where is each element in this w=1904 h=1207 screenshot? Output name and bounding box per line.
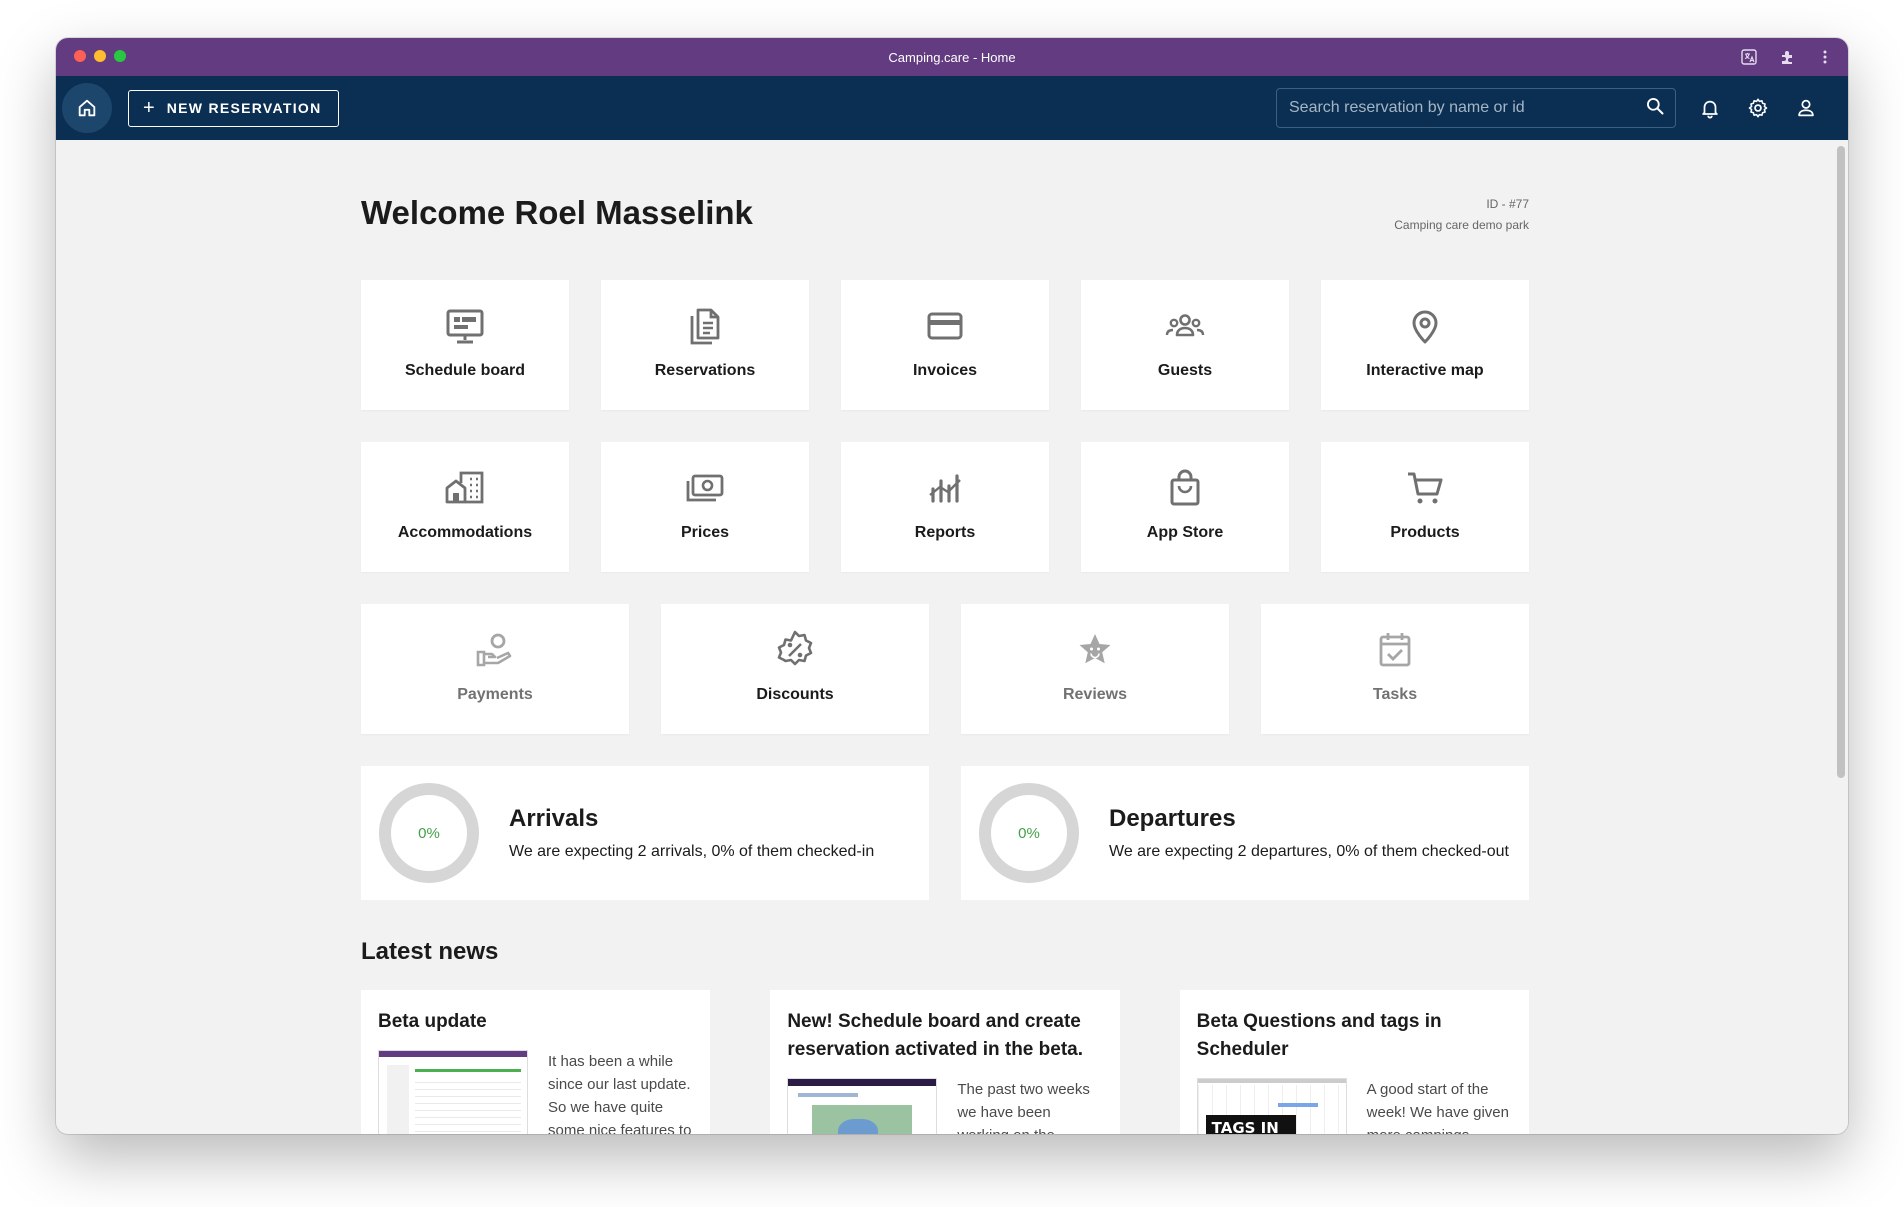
tile-label: Schedule board bbox=[404, 362, 526, 379]
search-icon[interactable] bbox=[1645, 96, 1665, 121]
news-card[interactable]: New! Schedule board and create reservati… bbox=[770, 990, 1120, 1134]
tile-accommodations[interactable]: Accommodations bbox=[361, 442, 569, 572]
tile-schedule-board[interactable]: Schedule board bbox=[361, 280, 569, 410]
user-icon[interactable] bbox=[1794, 96, 1818, 120]
people-group-icon bbox=[1163, 304, 1207, 348]
app-header: + NEW RESERVATION bbox=[56, 76, 1848, 140]
thumbnail-caption: TAGS IN THE SCHEDULER bbox=[1205, 1115, 1296, 1134]
tile-discounts[interactable]: Discounts bbox=[661, 604, 929, 734]
star-face-icon bbox=[1073, 628, 1117, 672]
shopping-bag-icon bbox=[1163, 466, 1207, 510]
browser-menu-icon[interactable] bbox=[1814, 46, 1836, 68]
search-box bbox=[1276, 88, 1676, 128]
arrivals-progress-ring: 0% bbox=[379, 783, 479, 883]
tile-reports[interactable]: Reports bbox=[841, 442, 1049, 572]
tile-label: Discounts bbox=[756, 686, 834, 703]
tile-label: Reviews bbox=[1062, 686, 1128, 703]
tile-label: Invoices bbox=[912, 362, 978, 379]
tile-label: Accommodations bbox=[397, 524, 533, 541]
news-excerpt: The past two weeks we have been working … bbox=[957, 1081, 1090, 1134]
tile-label: Interactive map bbox=[1366, 362, 1484, 379]
window-controls bbox=[74, 50, 126, 62]
tile-prices[interactable]: Prices bbox=[601, 442, 809, 572]
departures-progress-ring: 0% bbox=[979, 783, 1079, 883]
news-excerpt: It has been a while since our last updat… bbox=[548, 1053, 692, 1134]
bell-icon[interactable] bbox=[1698, 96, 1722, 120]
buildings-icon bbox=[443, 466, 487, 510]
arrivals-title: Arrivals bbox=[509, 805, 599, 832]
documents-icon bbox=[683, 304, 727, 348]
park-id: ID - #77 bbox=[1486, 197, 1529, 211]
departures-card[interactable]: 0% Departures We are expecting 2 departu… bbox=[961, 766, 1529, 900]
latest-news-heading: Latest news bbox=[361, 938, 499, 965]
money-icon bbox=[683, 466, 727, 510]
new-reservation-button[interactable]: + NEW RESERVATION bbox=[128, 89, 339, 127]
tile-label: Prices bbox=[680, 524, 730, 541]
search-input[interactable] bbox=[1289, 99, 1645, 117]
tiles-row-1: Schedule board Reservations Invoices Gue… bbox=[361, 280, 1529, 410]
hand-coin-icon bbox=[473, 628, 517, 672]
home-button[interactable] bbox=[62, 83, 112, 133]
departures-percent: 0% bbox=[1018, 824, 1040, 842]
tile-invoices[interactable]: Invoices bbox=[841, 280, 1049, 410]
browser-window: Camping.care - Home + NEW RESERVATION Se… bbox=[56, 38, 1848, 1134]
credit-card-icon bbox=[923, 304, 967, 348]
extensions-icon[interactable] bbox=[1776, 46, 1798, 68]
tile-label: Guests bbox=[1157, 362, 1213, 379]
tile-app-store[interactable]: App Store bbox=[1081, 442, 1289, 572]
tile-label: App Store bbox=[1146, 524, 1224, 541]
tile-label: Payments bbox=[457, 686, 533, 703]
tile-reservations[interactable]: Reservations bbox=[601, 280, 809, 410]
new-reservation-label: NEW RESERVATION bbox=[166, 100, 322, 116]
arrivals-description: We are expecting 2 arrivals, 0% of them … bbox=[509, 843, 875, 860]
arrivals-card[interactable]: 0% Arrivals We are expecting 2 arrivals,… bbox=[361, 766, 929, 900]
tile-label: Products bbox=[1390, 524, 1460, 541]
news-title: New! Schedule board and create reservati… bbox=[787, 1011, 1083, 1060]
maximize-window-button[interactable] bbox=[114, 50, 126, 62]
tile-payments[interactable]: Payments bbox=[361, 604, 629, 734]
plus-icon: + bbox=[143, 96, 155, 119]
tile-reviews[interactable]: Reviews bbox=[961, 604, 1229, 734]
tile-tasks[interactable]: Tasks bbox=[1261, 604, 1529, 734]
news-card[interactable]: Beta Questions and tags in Scheduler TAG… bbox=[1179, 990, 1529, 1134]
arrivals-percent: 0% bbox=[418, 824, 440, 842]
stats-row: 0% Arrivals We are expecting 2 arrivals,… bbox=[361, 766, 1529, 900]
home-icon bbox=[78, 99, 96, 117]
news-card[interactable]: Beta update It has been a while since ou… bbox=[361, 990, 711, 1134]
shopping-cart-icon bbox=[1403, 466, 1447, 510]
tile-products[interactable]: Products bbox=[1321, 442, 1529, 572]
tile-guests[interactable]: Guests bbox=[1081, 280, 1289, 410]
window-titlebar: Camping.care - Home bbox=[56, 38, 1848, 76]
minimize-window-button[interactable] bbox=[94, 50, 106, 62]
tiles-row-2: Accommodations Prices Reports App Store bbox=[361, 442, 1529, 572]
tile-interactive-map[interactable]: Interactive map bbox=[1321, 280, 1529, 410]
departures-description: We are expecting 2 departures, 0% of the… bbox=[1109, 843, 1509, 860]
scrollbar-thumb[interactable] bbox=[1837, 146, 1845, 778]
park-name: Camping care demo park bbox=[1394, 218, 1529, 232]
page-title: Welcome Roel Masselink bbox=[361, 194, 753, 231]
tile-label: Reservations bbox=[654, 362, 756, 379]
park-info: ID - #77 Camping care demo park bbox=[1394, 194, 1529, 236]
window-title: Camping.care - Home bbox=[888, 49, 1016, 65]
news-excerpt: A good start of the week! We have given … bbox=[1366, 1081, 1509, 1134]
translate-icon[interactable] bbox=[1738, 46, 1760, 68]
close-window-button[interactable] bbox=[74, 50, 86, 62]
tiles-row-3: Payments Discounts Reviews Tasks bbox=[361, 604, 1529, 734]
bar-chart-icon bbox=[923, 466, 967, 510]
news-thumbnail bbox=[787, 1078, 938, 1134]
news-thumbnail: TAGS IN THE SCHEDULER bbox=[1196, 1078, 1347, 1134]
gear-icon[interactable] bbox=[1746, 96, 1770, 120]
dashboard-content: Welcome Roel Masselink ID - #77 Camping … bbox=[361, 140, 1529, 1134]
news-title: Beta Questions and tags in Scheduler bbox=[1196, 1011, 1442, 1060]
news-title: Beta update bbox=[378, 1011, 487, 1032]
news-thumbnail bbox=[378, 1050, 528, 1134]
monitor-icon bbox=[443, 304, 487, 348]
calendar-check-icon bbox=[1373, 628, 1417, 672]
tile-label: Reports bbox=[914, 524, 976, 541]
departures-title: Departures bbox=[1109, 805, 1236, 832]
tile-label: Tasks bbox=[1372, 686, 1418, 703]
news-list: Beta update It has been a while since ou… bbox=[361, 990, 1529, 1134]
map-pin-icon bbox=[1403, 304, 1447, 348]
discount-badge-icon bbox=[773, 628, 817, 672]
